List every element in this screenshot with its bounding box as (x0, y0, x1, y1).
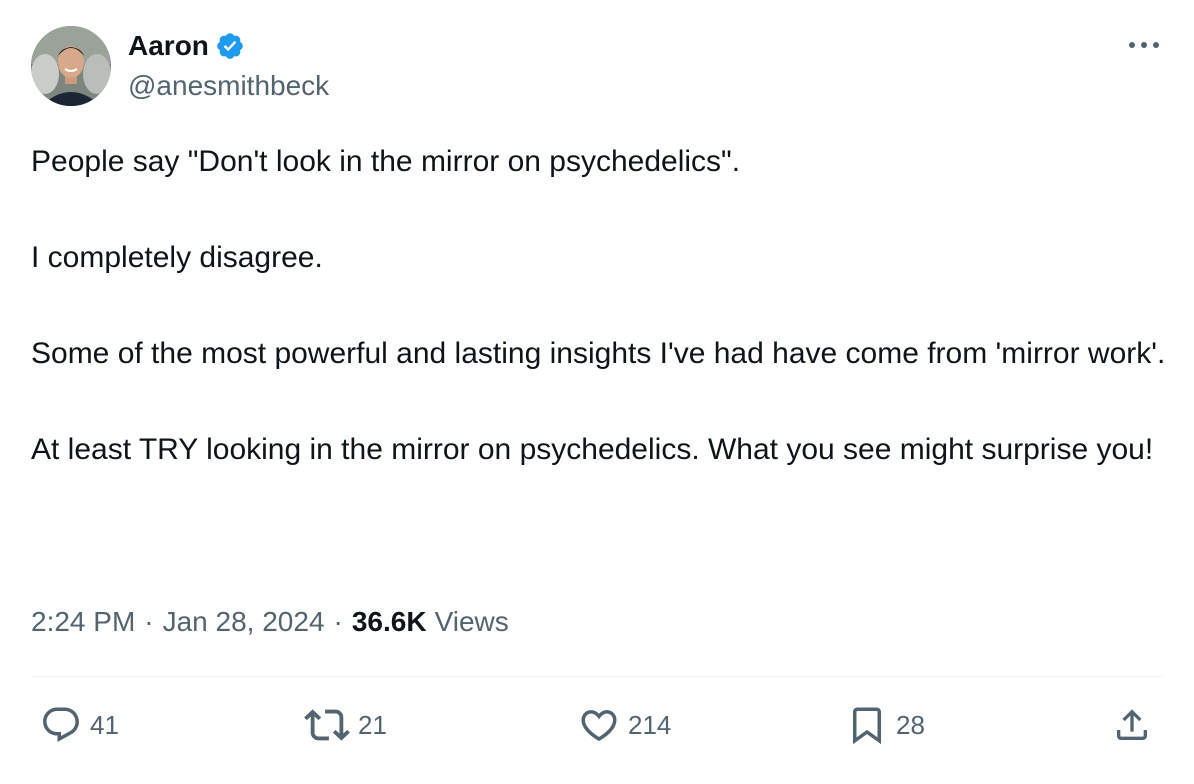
avatar-image (31, 26, 111, 106)
views-count: 36.6K (351, 606, 427, 637)
heart-icon (581, 710, 617, 742)
author-handle[interactable]: @anesmithbeck (128, 70, 329, 102)
retweet-count: 21 (358, 709, 387, 740)
more-horizontal-icon (1129, 42, 1159, 48)
display-name[interactable]: Aaron (128, 30, 209, 62)
bookmark-button[interactable]: 28 (846, 702, 925, 748)
tweet-paragraph: At least TRY looking in the mirror on ps… (31, 433, 1154, 466)
tweet-paragraph: Some of the most powerful and lasting in… (31, 337, 1166, 370)
meta-separator: · (333, 606, 343, 637)
views-label: Views (434, 606, 509, 637)
tweet-date[interactable]: Jan 28, 2024 (163, 606, 325, 638)
retweet-button[interactable]: 21 (304, 702, 387, 748)
tweet-meta: 2:24 PM · Jan 28, 2024 · 36.6K Views (31, 600, 509, 644)
bookmark-icon (853, 707, 881, 745)
author-name-row: Aaron (128, 28, 245, 64)
reply-count: 41 (90, 709, 119, 740)
tweet-paragraph: People say "Don't look in the mirror on … (31, 145, 741, 178)
reply-icon (43, 707, 79, 742)
tweet-time[interactable]: 2:24 PM (31, 606, 135, 638)
retweet-icon (304, 709, 350, 741)
tweet-paragraph: I completely disagree. (31, 241, 323, 274)
reply-button[interactable]: 41 (40, 702, 119, 748)
bookmark-count: 28 (896, 709, 925, 740)
share-button[interactable] (1112, 702, 1152, 748)
like-button[interactable]: 214 (578, 702, 671, 748)
tweet-card: Aaron @anesmithbeck People say "Don't lo… (0, 0, 1194, 784)
verified-badge-icon[interactable] (215, 31, 245, 61)
more-options-button[interactable] (1124, 30, 1164, 60)
share-icon (1117, 709, 1147, 740)
tweet-text: People say "Don't look in the mirror on … (31, 138, 1166, 474)
divider (31, 676, 1163, 677)
meta-separator: · (144, 606, 154, 637)
like-count: 214 (628, 709, 672, 740)
avatar[interactable] (31, 26, 111, 106)
